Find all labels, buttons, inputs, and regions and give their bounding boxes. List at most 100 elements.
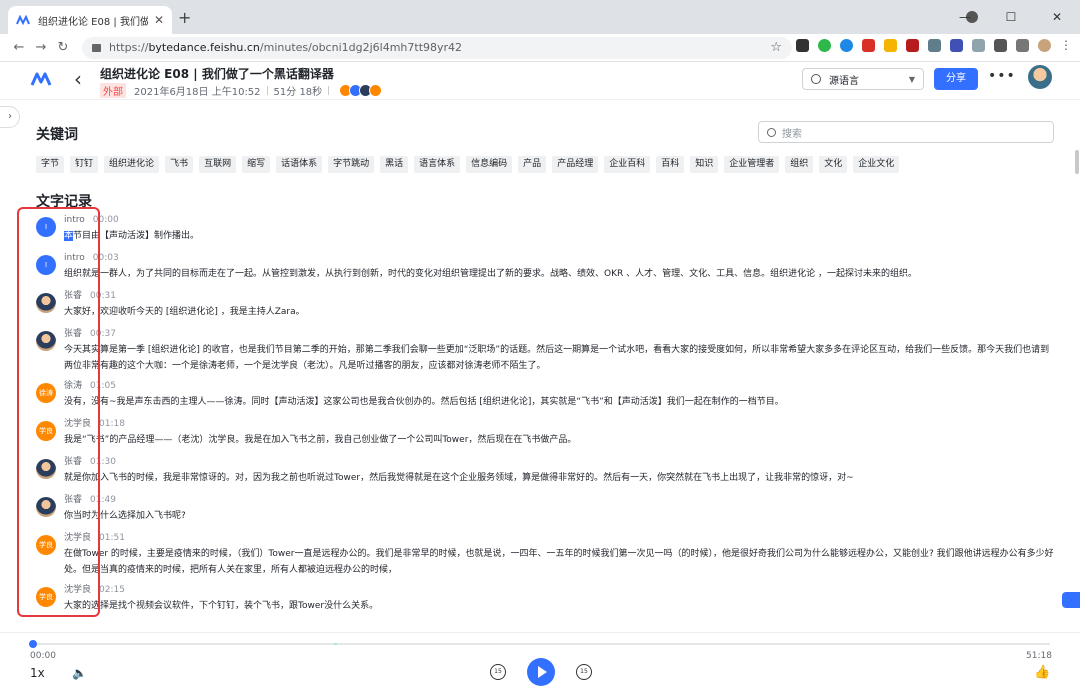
transcript-entry[interactable]: 徐涛 徐涛 01:05 没有，没有~我是声东击西的主理人——徐涛。同时【声动活泼】这家… [36,380,1056,410]
transcript-text[interactable]: 在做Tower 的时候，主要是疫情来的时候，（我们）Tower一直是远程办公的。… [64,546,1056,578]
maximize-icon[interactable]: ☐ [988,10,1034,24]
keyword-chip[interactable]: 知识 [690,156,719,173]
playlist-icon[interactable] [1016,39,1029,52]
transcript-text[interactable]: 你当时为什么选择加入飞书呢? [64,508,1056,524]
caret-down-icon: ▼ [908,74,915,84]
transcript-text[interactable]: 就是你加入飞书的时候，我是非常惊讶的。对，因为我之前也听说过Tower，然后我觉… [64,470,1056,486]
browser-tab[interactable]: 组织进化论 E08 | 我们做了一个黑 ✕ [8,6,172,34]
keyword-chip[interactable]: 字节跳动 [328,156,375,173]
keyword-chip[interactable]: 黑话 [380,156,409,173]
transcript-text[interactable]: 今天其实算是第一季 [组织进化论] 的收官，也是我们节目第二季的开始，那第二季我… [64,342,1056,374]
back-arrow-icon[interactable]: ‹ [74,67,82,91]
transcript-sentence: 大家好，欢迎收听今天的 [组织进化论] ，我是主持人Zara。 [64,307,305,317]
back-icon[interactable]: ← [8,40,30,55]
transcript-text[interactable]: 本节目由【声动活泼】制作播出。 [64,228,1056,244]
rewind-15-icon[interactable]: 15 [490,664,506,680]
transcript-entry[interactable]: 张睿 00:31 大家好，欢迎收听今天的 [组织进化论] ，我是主持人Zara。 [36,290,1056,320]
page-title: 组织进化论 E08 | 我们做了一个黑话翻译器 [100,67,334,81]
keyword-chip[interactable]: 文化 [819,156,848,173]
window-controls: — ☐ ✕ [942,0,1080,34]
extension-icon[interactable] [796,39,809,52]
keyword-chip[interactable]: 组织进化论 [104,156,160,173]
progress-knob[interactable] [29,640,37,648]
url-bar[interactable]: https://bytedance.feishu.cn/minutes/obcn… [82,36,792,59]
transcript-entry[interactable]: 学良 沈学良 02:15 大家的选择是找个视频会议软件，下个钉钉，装个飞书，跟Towe… [36,584,1056,614]
volume-icon[interactable]: 🔈 [72,666,87,680]
search-input[interactable]: 搜索 [758,121,1054,143]
transcript-entry[interactable]: Iintro 00:00 本节目由【声动活泼】制作播出。 [36,214,1056,244]
transcript-text[interactable]: 没有，没有~我是声东击西的主理人——徐涛。同时【声动活泼】这家公司也是我合伙创办… [64,394,1056,410]
floating-help-button[interactable] [1062,592,1080,608]
keyword-list: 字节 钉钉 组织进化论 飞书 互联网 缩写 话语体系 字节跳动 黑话 语言体系 信息编码 产品 产品经理… [36,156,1046,173]
timestamp[interactable]: 02:15 [99,585,125,595]
feishu-minutes-logo-icon [30,72,52,86]
transcript-text[interactable]: 大家的选择是找个视频会议软件，下个钉钉，装个飞书，跟Tower没什么关系。 [64,598,1056,614]
keyword-chip[interactable]: 信息编码 [466,156,513,173]
keyword-chip[interactable]: 百科 [656,156,685,173]
transcript-entry[interactable]: 张睿 00:37 今天其实算是第一季 [组织进化论] 的收官，也是我们节目第二季的开… [36,328,1056,374]
transcript-text[interactable]: 组织就是一群人，为了共同的目标而走在了一起。从管控到激发，从执行到创新，时代的变… [64,266,1056,282]
transcript-entry[interactable]: Iintro 00:03 组织就是一群人，为了共同的目标而走在了一起。从管控到激发，… [36,252,1056,282]
url-text: https://bytedance.feishu.cn/minutes/obcn… [109,41,463,54]
extension-icon[interactable] [906,39,919,52]
keyword-chip[interactable]: 产品经理 [552,156,599,173]
transcript-entry[interactable]: 张睿 01:30 就是你加入飞书的时候，我是非常惊讶的。对，因为我之前也听说过Tow… [36,456,1056,486]
bookmark-star-icon[interactable]: ☆ [770,40,782,55]
timestamp[interactable]: 01:18 [99,419,125,429]
expand-sidebar-icon[interactable]: › [0,106,20,128]
keyword-chip[interactable]: 组织 [785,156,814,173]
transcript-entry[interactable]: 学良 沈学良 01:51 在做Tower 的时候，主要是疫情来的时候，（我们）Towe… [36,532,1056,578]
new-tab-button[interactable]: + [178,8,191,27]
participant-avatars[interactable] [339,84,383,97]
keyword-chip[interactable]: 语言体系 [414,156,461,173]
keyword-chip[interactable]: 飞书 [165,156,194,173]
keyword-chip[interactable]: 企业管理者 [724,156,780,173]
play-button[interactable] [527,658,555,686]
share-button[interactable]: 分享 [934,68,978,90]
extension-icon[interactable] [840,39,853,52]
scrollbar[interactable] [1075,150,1079,174]
transcript-text[interactable]: 我是“飞书”的产品经理——（老沈）沈学良。我是在加入飞书之前，我自己创业做了一个… [64,432,1056,448]
more-icon[interactable]: ••• [988,68,1016,84]
forward-15-icon[interactable]: 15 [576,664,592,680]
external-tag: 外部 [100,83,126,98]
minimize-icon[interactable]: — [942,10,988,24]
transcript-text[interactable]: 大家好，欢迎收听今天的 [组织进化论] ，我是主持人Zara。 [64,304,1056,320]
keyword-chip[interactable]: 互联网 [199,156,237,173]
timestamp[interactable]: 01:51 [99,533,125,543]
keyword-chip[interactable]: 企业百科 [604,156,651,173]
extensions-bar: ⋮ [796,39,1073,52]
total-time: 51:18 [1026,651,1052,661]
puzzle-icon[interactable] [994,39,1007,52]
entry-header: 张睿 01:30 [64,456,1056,468]
profile-icon[interactable] [1038,39,1051,52]
tab-close-icon[interactable]: ✕ [154,13,164,27]
transcript-sentence: 今天其实算是第一季 [组织进化论] 的收官，也是我们节目第二季的开始，那第二季我… [64,345,1050,371]
transcript-entry[interactable]: 张睿 01:49 你当时为什么选择加入飞书呢? [36,494,1056,524]
user-avatar[interactable] [1028,65,1052,89]
progress-bar[interactable] [29,640,1050,648]
keyword-chip[interactable]: 缩写 [242,156,271,173]
extension-icon[interactable] [928,39,941,52]
language-select[interactable]: 源语言 ▼ [802,68,924,90]
keyword-chip[interactable]: 字节 [36,156,65,173]
thumbs-up-icon[interactable]: 👍 [1034,665,1050,680]
extension-icon[interactable] [950,39,963,52]
playback-speed-button[interactable]: 1x [30,666,45,680]
keyword-chip[interactable]: 钉钉 [70,156,99,173]
forward-icon[interactable]: → [30,40,52,55]
keyword-chip[interactable]: 话语体系 [276,156,323,173]
extension-icon[interactable] [972,39,985,52]
reload-icon[interactable]: ↻ [52,40,74,55]
extension-icon[interactable] [862,39,875,52]
extension-icon[interactable] [818,39,831,52]
keyword-chip[interactable]: 企业文化 [853,156,900,173]
keyword-chip[interactable]: 产品 [518,156,547,173]
close-window-icon[interactable]: ✕ [1034,10,1080,24]
transcript-entry[interactable]: 学良 沈学良 01:18 我是“飞书”的产品经理——（老沈）沈学良。我是在加入飞书之前… [36,418,1056,448]
current-time: 00:00 [30,651,56,661]
menu-kebab-icon[interactable]: ⋮ [1060,39,1073,52]
entry-header: intro 00:03 [64,252,1056,264]
progress-marker [334,643,337,645]
extension-icon[interactable] [884,39,897,52]
